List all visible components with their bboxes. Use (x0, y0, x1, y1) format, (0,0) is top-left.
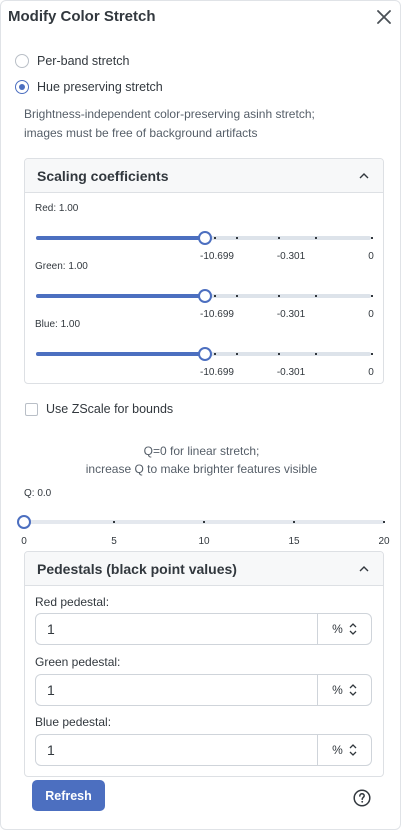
radio-label: Per-band stretch (37, 54, 130, 68)
slider-tick-label: 0 (368, 251, 374, 262)
slider-tick-label: -10.699 (200, 367, 234, 378)
chevron-up-icon[interactable] (357, 169, 371, 183)
slider-tick (214, 237, 216, 239)
blue-slider-thumb[interactable] (197, 347, 212, 361)
blue-slider-label: Blue: 1.00 (35, 319, 81, 330)
scaling-panel-title: Scaling coefficients (37, 167, 169, 184)
refresh-button[interactable]: Refresh (32, 780, 105, 811)
slider-tick (278, 237, 280, 239)
red-pedestal-value[interactable]: 1 (36, 621, 317, 637)
q-note-line: Q=0 for linear stretch; (143, 444, 260, 458)
description-line: Brightness-independent color-preserving … (24, 107, 315, 121)
blue-slider-fill (36, 352, 205, 356)
q-slider-tick (203, 521, 205, 523)
q-slider-tick-label: 20 (378, 536, 390, 547)
red-slider-label: Red: 1.00 (35, 203, 79, 214)
pedestals-panel-title: Pedestals (black point values) (37, 560, 237, 577)
slider-tick (236, 295, 238, 297)
radio-button[interactable] (15, 54, 29, 68)
slider-tick (371, 353, 373, 355)
red-slider-thumb[interactable] (197, 231, 212, 245)
modify-color-stretch-dialog: Modify Color Stretch Per-band stretch Hu… (0, 0, 401, 830)
slider-tick (315, 237, 317, 239)
slider-tick-label: -10.699 (200, 309, 234, 320)
slider-tick (315, 295, 317, 297)
slider-tick-label: -0.301 (276, 367, 306, 378)
unit-label: % (332, 683, 343, 697)
q-slider-tick (383, 521, 385, 523)
radio-label: Hue preserving stretch (37, 80, 163, 94)
radio-button-selected[interactable] (15, 80, 29, 94)
scaling-panel-header[interactable]: Scaling coefficients (25, 159, 383, 193)
slider-tick-label: -0.301 (276, 309, 306, 320)
zscale-checkbox[interactable] (25, 402, 38, 416)
dialog-title: Modify Color Stretch (8, 8, 156, 25)
blue-pedestal-input[interactable]: 1 % (35, 734, 372, 766)
green-slider-thumb[interactable] (197, 289, 212, 303)
green-pedestal-input[interactable]: 1 % (35, 674, 372, 706)
blue-pedestal-label: Blue pedestal: (35, 715, 112, 729)
slider-tick (278, 353, 280, 355)
q-slider-tick (293, 521, 295, 523)
description-line: images must be free of background artifa… (24, 126, 258, 140)
q-note-line: increase Q to make brighter features vis… (85, 462, 318, 476)
slider-tick-label: -10.699 (200, 251, 234, 262)
slider-tick (214, 353, 216, 355)
chevron-up-down-icon (349, 684, 357, 696)
close-button[interactable] (373, 6, 395, 28)
slider-tick (371, 295, 373, 297)
slider-tick (214, 295, 216, 297)
help-icon (353, 789, 371, 807)
q-slider-tick-label: 10 (198, 536, 210, 547)
slider-tick (278, 295, 280, 297)
help-button[interactable] (352, 788, 372, 808)
slider-tick (236, 237, 238, 239)
chevron-up-down-icon (349, 623, 357, 635)
q-slider-tick-label: 15 (288, 536, 300, 547)
stretch-description: Brightness-independent color-preserving … (24, 105, 384, 143)
pedestals-panel-header[interactable]: Pedestals (black point values) (25, 552, 383, 586)
scaling-coefficients-panel: Scaling coefficients Red: 1.00 -10.699 -0.… (24, 158, 384, 384)
q-slider-tick (113, 521, 115, 523)
q-note: Q=0 for linear stretch; increase Q to ma… (1, 442, 401, 478)
blue-pedestal-unit-select[interactable]: % (317, 735, 371, 765)
red-slider-fill (36, 236, 205, 240)
unit-label: % (332, 622, 343, 636)
green-pedestal-value[interactable]: 1 (36, 682, 317, 698)
chevron-up-icon[interactable] (357, 562, 371, 576)
unit-label: % (332, 743, 343, 757)
red-pedestal-input[interactable]: 1 % (35, 613, 372, 645)
chevron-up-down-icon (349, 744, 357, 756)
red-pedestal-unit-select[interactable]: % (317, 614, 371, 644)
slider-tick-label: 0 (368, 367, 374, 378)
pedestals-panel: Pedestals (black point values) Red pedes… (24, 551, 384, 777)
close-icon (377, 10, 391, 24)
slider-tick-label: 0 (368, 309, 374, 320)
radio-hue-preserving-stretch[interactable]: Hue preserving stretch (15, 80, 163, 94)
slider-tick (371, 237, 373, 239)
green-slider-label: Green: 1.00 (35, 261, 88, 272)
green-slider-fill (36, 294, 205, 298)
zscale-label: Use ZScale for bounds (46, 402, 174, 416)
q-slider-tick-label: 0 (21, 536, 27, 547)
green-pedestal-unit-select[interactable]: % (317, 675, 371, 705)
q-slider-thumb[interactable] (17, 515, 31, 529)
slider-tick (236, 353, 238, 355)
slider-tick (315, 353, 317, 355)
zscale-checkbox-row[interactable]: Use ZScale for bounds (25, 402, 173, 416)
q-slider-label: Q: 0.0 (24, 488, 52, 499)
radio-per-band-stretch[interactable]: Per-band stretch (15, 54, 129, 68)
red-pedestal-label: Red pedestal: (35, 595, 110, 609)
green-pedestal-label: Green pedestal: (35, 655, 121, 669)
q-slider-tick-label: 5 (111, 536, 117, 547)
slider-tick-label: -0.301 (276, 251, 306, 262)
blue-pedestal-value[interactable]: 1 (36, 742, 317, 758)
